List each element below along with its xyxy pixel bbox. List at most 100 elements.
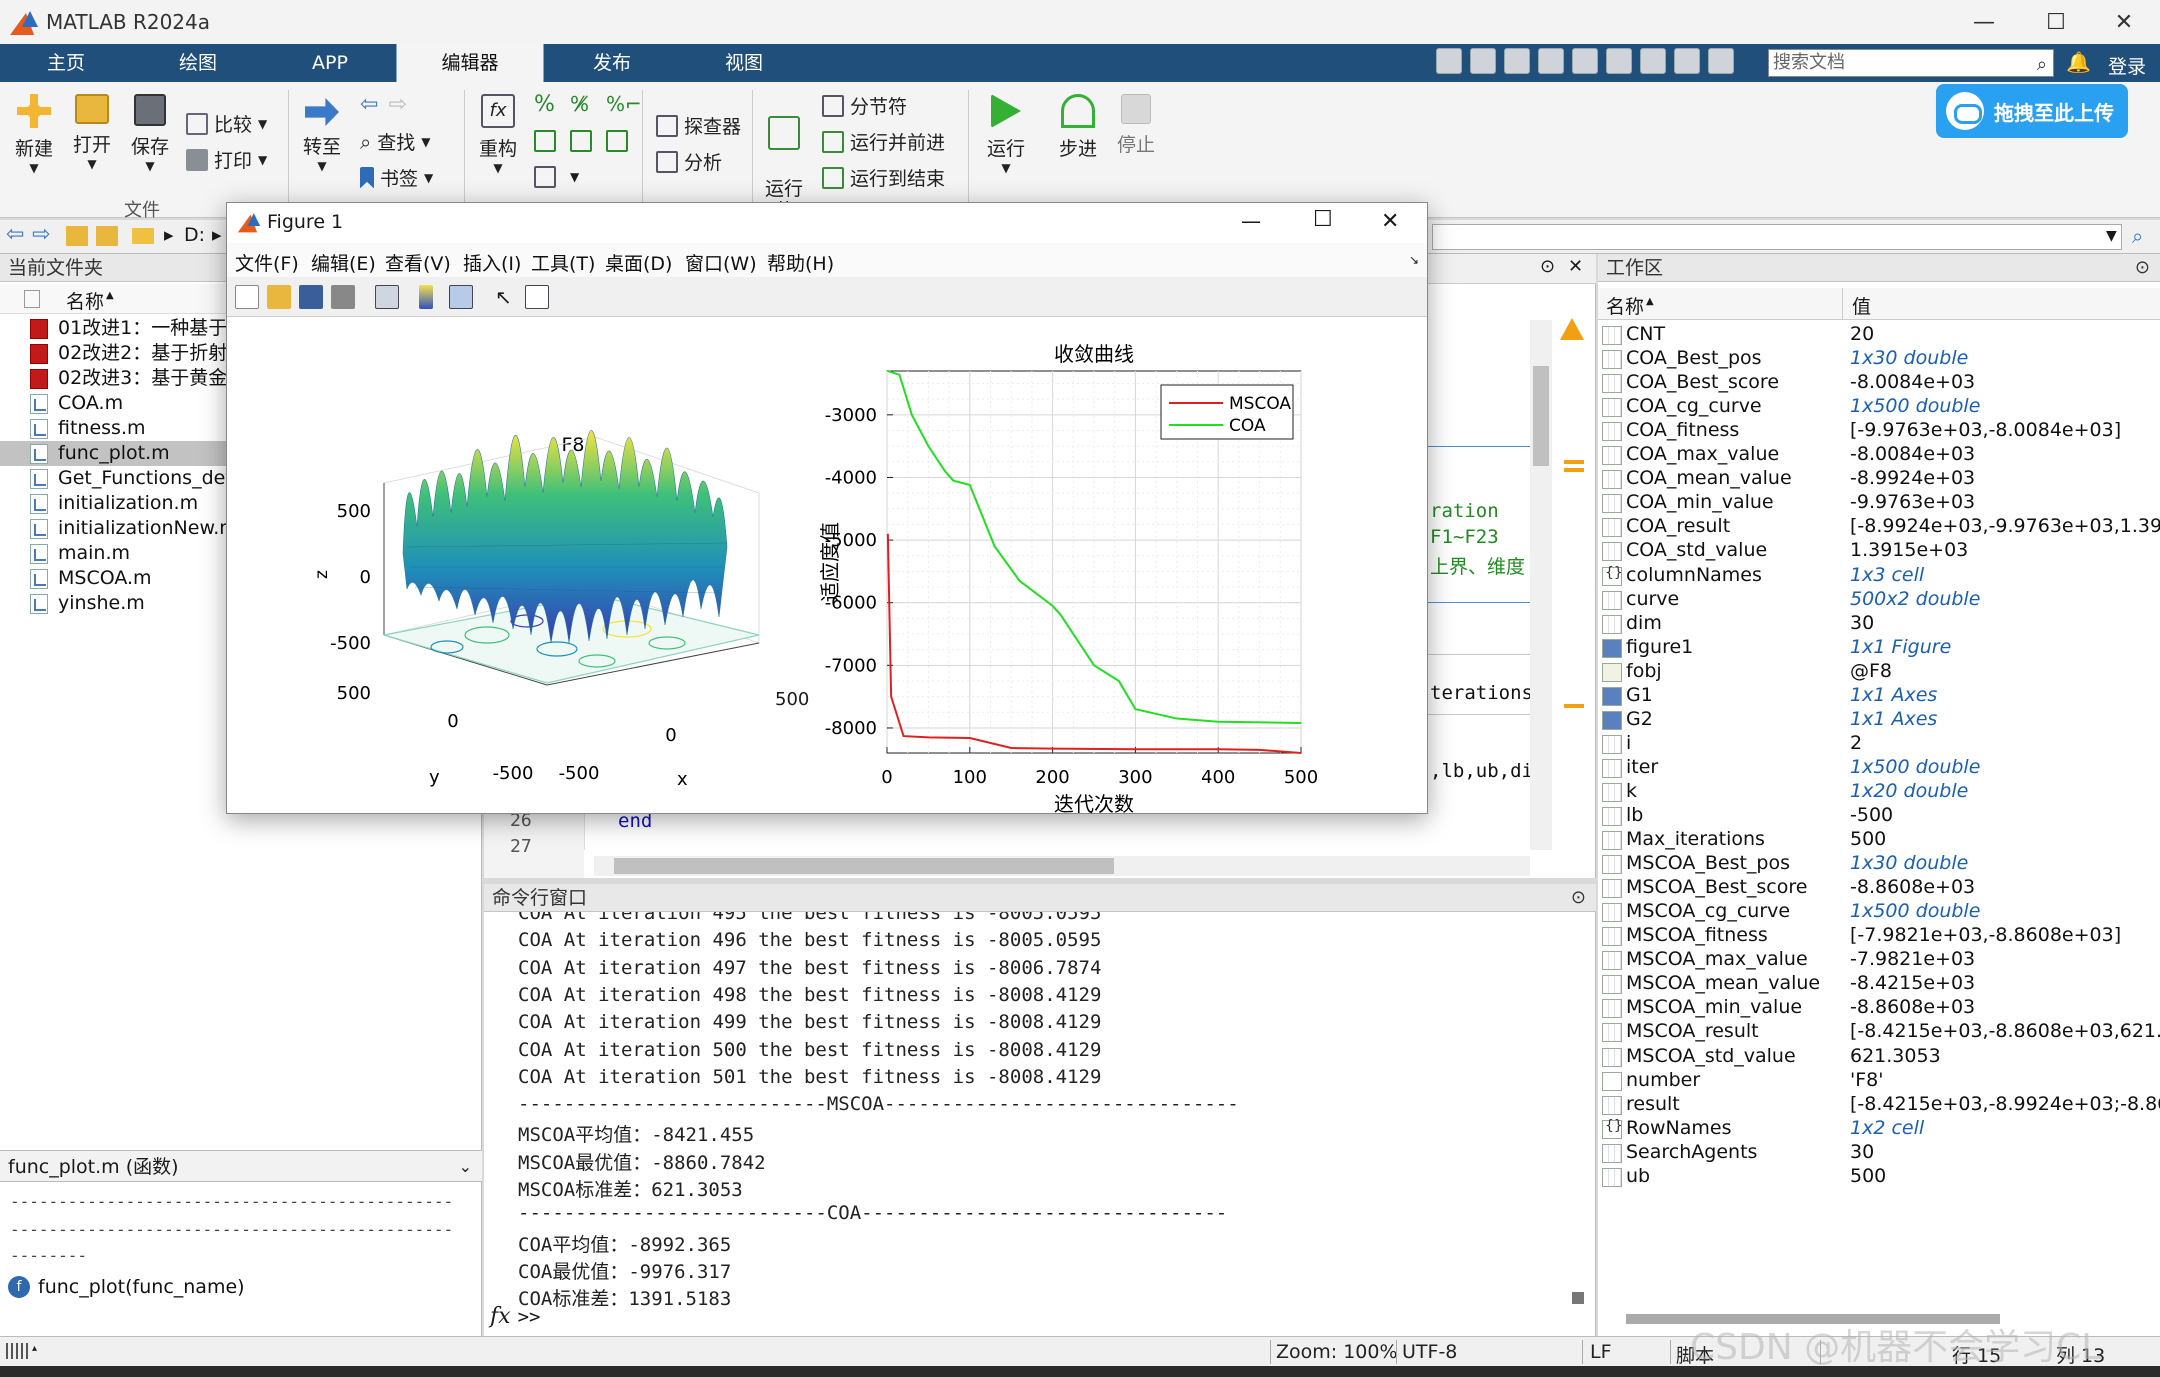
workspace-variable-row[interactable]: MSCOA_fitness [-7.9821e+03,-8.8608e+03]: [1598, 924, 2160, 948]
forward-icon[interactable]: ⇨: [32, 222, 50, 247]
qat-save-icon[interactable]: [1436, 48, 1462, 74]
qat-redo-icon[interactable]: [1606, 48, 1632, 74]
tab-home[interactable]: 主页: [20, 44, 112, 82]
workspace-variable-row[interactable]: fobj @F8: [1598, 660, 2160, 684]
workspace-variable-row[interactable]: MSCOA_result [-8.4215e+03,-8.8608e+03,621…: [1598, 1020, 2160, 1044]
tab-publish[interactable]: 发布: [566, 44, 658, 82]
figure-close-button[interactable]: ✕: [1381, 209, 1399, 234]
chevron-down-icon[interactable]: ▼: [570, 170, 579, 184]
qat-switch-window-icon[interactable]: [1640, 48, 1666, 74]
workspace-variable-value[interactable]: 1x1 Axes: [1850, 708, 1937, 730]
workspace-variable-row[interactable]: number 'F8': [1598, 1069, 2160, 1093]
figure-open-icon[interactable]: [267, 285, 291, 309]
back-arrow-icon[interactable]: ⇦: [360, 92, 378, 117]
workspace-variable-value[interactable]: 1x30 double: [1850, 852, 1968, 874]
tab-apps[interactable]: APP: [284, 44, 376, 82]
workspace-variable-row[interactable]: iter 1x500 double: [1598, 756, 2160, 780]
ws-col-divider[interactable]: [1842, 288, 1843, 320]
qat-help-icon[interactable]: [1674, 48, 1700, 74]
indent-increase-icon[interactable]: [570, 130, 592, 152]
file-item[interactable]: func_plot.m: [0, 441, 230, 466]
editor-vertical-scroll-thumb[interactable]: [1533, 366, 1549, 466]
qat-options-icon[interactable]: [1708, 48, 1734, 74]
minimize-button[interactable]: —: [1952, 0, 2016, 44]
workspace-variable-row[interactable]: lb -500: [1598, 804, 2160, 828]
file-item[interactable]: initializationNew.m: [0, 516, 230, 541]
figure-save-icon[interactable]: [299, 285, 323, 309]
run-button[interactable]: 运行 ▼: [984, 94, 1028, 175]
code-analyzer-mark[interactable]: [1564, 460, 1584, 464]
command-scrollbar-thumb[interactable]: [1572, 1292, 1584, 1304]
workspace-variable-row[interactable]: result [-8.4215e+03,-8.9924e+03;-8.8608e: [1598, 1093, 2160, 1117]
workspace-variable-value[interactable]: 1x20 double: [1850, 780, 1968, 802]
qat-copy-icon[interactable]: [1504, 48, 1530, 74]
analyze-button[interactable]: 分析: [656, 148, 722, 175]
tab-editor[interactable]: 编辑器: [396, 44, 544, 82]
workspace-variable-value[interactable]: 1x2 cell: [1850, 1117, 1924, 1139]
workspace-variable-row[interactable]: COA_cg_curve 1x500 double: [1598, 395, 2160, 419]
workspace-variable-row[interactable]: MSCOA_Best_pos 1x30 double: [1598, 852, 2160, 876]
workspace-variable-row[interactable]: SearchAgents 30: [1598, 1141, 2160, 1165]
bookmark-button[interactable]: 书签 ▼: [360, 164, 433, 191]
workspace-variable-row[interactable]: ub 500: [1598, 1165, 2160, 1189]
search-docs-input[interactable]: 搜索文档 ⌕: [1768, 49, 2054, 77]
code-analyzer-mark[interactable]: [1564, 704, 1584, 708]
workspace-variable-row[interactable]: RowNames 1x2 cell: [1598, 1117, 2160, 1141]
indent-decrease-icon[interactable]: [606, 130, 628, 152]
workspace-variable-value[interactable]: 1x1 Figure: [1850, 636, 1951, 658]
workspace-variable-row[interactable]: curve 500x2 double: [1598, 588, 2160, 612]
refactor-button[interactable]: fx 重构 ▼: [476, 94, 520, 175]
workspace-variable-row[interactable]: dim 30: [1598, 612, 2160, 636]
run-to-end-button[interactable]: 运行到结束: [822, 164, 945, 191]
maximize-button[interactable]: ☐: [2024, 0, 2088, 44]
file-item[interactable]: Get_Functions_deta: [0, 466, 230, 491]
figure-menu-insert[interactable]: 插入(I): [463, 249, 521, 276]
comment-percent-icon[interactable]: %: [534, 92, 555, 117]
workspace-variable-value[interactable]: 500x2 double: [1850, 588, 1980, 610]
workspace-variable-row[interactable]: COA_mean_value -8.9924e+03: [1598, 467, 2160, 491]
workspace-variable-value[interactable]: 1x1 Axes: [1850, 684, 1937, 706]
chevron-down-icon[interactable]: ⌄: [459, 1151, 472, 1183]
run-advance-button[interactable]: 运行并前进: [822, 128, 945, 155]
function-help-icon[interactable]: f: [8, 1276, 30, 1298]
address-dropdown-icon[interactable]: ▼: [2106, 228, 2117, 244]
workspace-variable-row[interactable]: COA_Best_score -8.0084e+03: [1598, 371, 2160, 395]
tab-plots[interactable]: 绘图: [152, 44, 244, 82]
workspace-variable-row[interactable]: COA_fitness [-9.9763e+03,-8.0084e+03]: [1598, 419, 2160, 443]
figure-menu-edit[interactable]: 编辑(E): [311, 249, 376, 276]
file-item[interactable]: 02改进3：基于黄金正: [0, 366, 230, 391]
workspace-variable-row[interactable]: i2: [1598, 732, 2160, 756]
uncomment-icon[interactable]: %̸: [570, 92, 589, 116]
workspace-variable-value[interactable]: 1x3 cell: [1850, 564, 1924, 586]
search-icon[interactable]: ⌕: [2037, 52, 2047, 78]
file-item[interactable]: 01改进1：一种基于精: [0, 316, 230, 341]
workspace-variable-row[interactable]: figure1 1x1 Figure: [1598, 636, 2160, 660]
file-item[interactable]: COA.m: [0, 391, 230, 416]
editor-horizontal-scroll-thumb[interactable]: [614, 858, 1114, 874]
figure-minimize-button[interactable]: —: [1241, 209, 1261, 233]
fx-icon[interactable]: fx: [490, 1304, 511, 1329]
login-button[interactable]: 登录: [2108, 52, 2146, 79]
forward-arrow-icon[interactable]: ⇨: [388, 92, 406, 117]
compare-button[interactable]: 比较 ▼: [186, 110, 267, 137]
status-dropdown-icon[interactable]: ▴: [32, 1343, 37, 1354]
file-item[interactable]: MSCOA.m: [0, 566, 230, 591]
up-folder-icon[interactable]: [66, 226, 88, 246]
workspace-variable-value[interactable]: 1x500 double: [1850, 756, 1980, 778]
back-icon[interactable]: ⇦: [6, 222, 24, 247]
path-drive[interactable]: D:: [184, 224, 205, 246]
property-editor-icon[interactable]: [525, 285, 549, 309]
section-break-button[interactable]: 分节符: [822, 92, 907, 119]
workspace-variable-row[interactable]: MSCOA_min_value -8.8608e+03: [1598, 996, 2160, 1020]
panel-options-icon[interactable]: ⊙: [1571, 884, 1586, 912]
file-item[interactable]: 02改进2：基于折射原: [0, 341, 230, 366]
convergence-chart[interactable]: 0 100 200 300 400 500-3000-4000-5000-6000-700…: [807, 317, 1367, 813]
editor-close-icon[interactable]: ✕: [1568, 256, 1583, 277]
workspace-variable-row[interactable]: MSCOA_Best_score -8.8608e+03: [1598, 876, 2160, 900]
workspace-variable-row[interactable]: G1 1x1 Axes: [1598, 684, 2160, 708]
surface-plot[interactable]: F8 z 500 0 -500 500 0 -500 y -500 0 x: [227, 317, 787, 813]
figure-new-icon[interactable]: [235, 285, 259, 309]
workspace-variable-row[interactable]: COA_result [-8.9924e+03,-9.9763e+03,1.391…: [1598, 515, 2160, 539]
tab-view[interactable]: 视图: [698, 44, 790, 82]
upload-drag-button[interactable]: 拖拽至此上传: [1936, 84, 2128, 138]
